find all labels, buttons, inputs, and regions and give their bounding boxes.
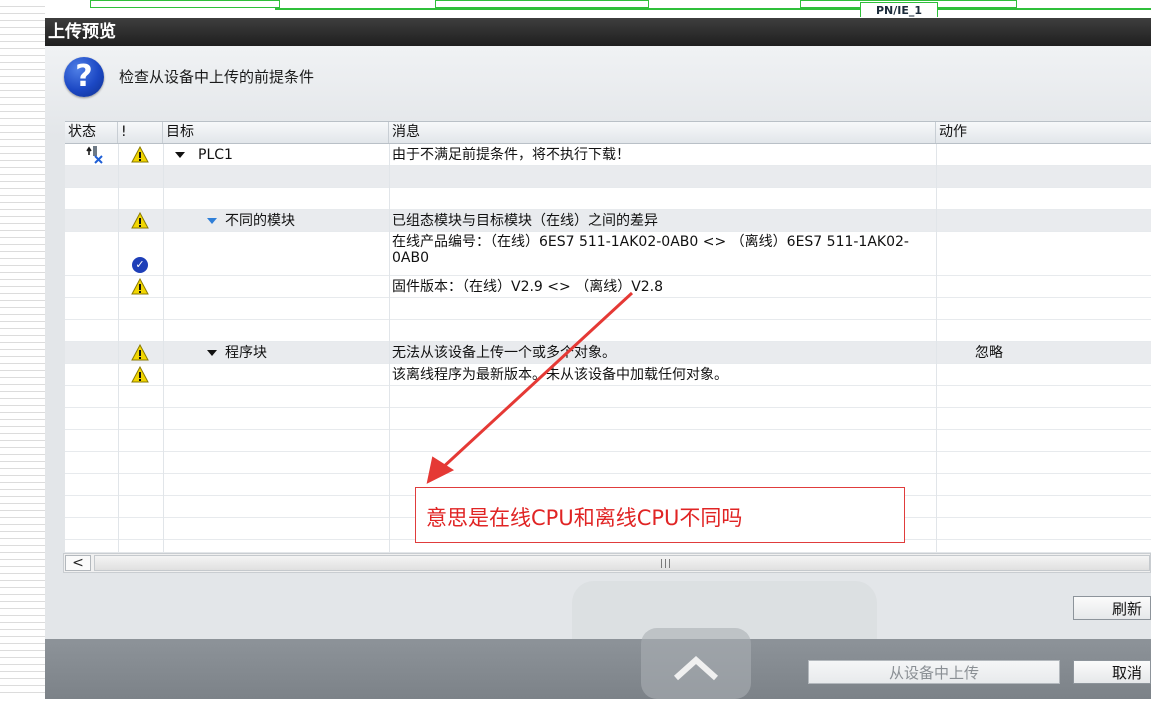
- table-row[interactable]: [65, 452, 1151, 474]
- column-header-action[interactable]: 动作: [936, 122, 1151, 143]
- scroll-thumb[interactable]: |||: [94, 555, 1150, 571]
- network-device-box: [90, 0, 280, 8]
- background-panel-strip: [0, 0, 45, 699]
- message-text: 无法从该设备上传一个或多个对象。: [392, 345, 616, 361]
- refresh-button[interactable]: 刷新: [1073, 596, 1151, 620]
- target-name: 程序块: [225, 345, 267, 361]
- dialog-title: 上传预览: [45, 18, 1151, 46]
- upload-from-device-button[interactable]: 从设备中上传: [808, 660, 1060, 684]
- upload-preview-dialog: 上传预览 ? 检查从设备中上传的前提条件 状态 ! 目标 消息 动作 PLC1 …: [45, 18, 1151, 699]
- table-row[interactable]: [65, 188, 1151, 210]
- expand-chevron-icon[interactable]: [207, 350, 217, 356]
- network-label: PN/IE_1: [860, 2, 938, 17]
- column-divider: [389, 144, 390, 552]
- column-divider: [163, 144, 164, 552]
- table-row[interactable]: [65, 320, 1151, 342]
- expand-chevron-icon[interactable]: [175, 152, 185, 158]
- horizontal-scrollbar[interactable]: < |||: [63, 553, 1151, 573]
- column-divider: [118, 144, 119, 552]
- annotation-box: 意思是在线CPU和离线CPU不同吗: [415, 487, 905, 543]
- table-row[interactable]: [65, 298, 1151, 320]
- table-row[interactable]: ✓ 在线产品编号：（在线）6ES7 511-1AK02-0AB0 <> （离线）…: [65, 232, 1151, 276]
- warning-icon: [131, 343, 149, 366]
- warning-icon: [131, 211, 149, 234]
- message-text: 固件版本：（在线）V2.9 <> （离线）V2.8: [392, 279, 664, 295]
- scroll-grip-icon: |||: [660, 559, 673, 569]
- cancel-button[interactable]: 取消: [1073, 660, 1151, 684]
- table-row[interactable]: 固件版本：（在线）V2.9 <> （离线）V2.8: [65, 276, 1151, 298]
- warning-icon: [131, 365, 149, 388]
- cancel-button-label: 取消: [1111, 664, 1142, 682]
- table-row[interactable]: 程序块 无法从该设备上传一个或多个对象。 忽略: [65, 342, 1151, 364]
- annotation-text: 意思是在线CPU和离线CPU不同吗: [426, 506, 743, 530]
- action-value[interactable]: 忽略: [975, 342, 1003, 364]
- warning-icon: [131, 277, 149, 300]
- message-text: 已组态模块与目标模块（在线）之间的差异: [392, 213, 658, 229]
- column-divider: [936, 144, 937, 552]
- target-name: PLC1: [198, 147, 233, 163]
- background-network-view: PN/IE_1: [45, 0, 1151, 18]
- dialog-heading: 检查从设备中上传的前提条件: [119, 68, 315, 86]
- table-row[interactable]: [65, 408, 1151, 430]
- target-name: 不同的模块: [225, 213, 295, 229]
- table-row[interactable]: PLC1 由于不满足前提条件，将不执行下载！: [65, 144, 1151, 166]
- table-header: 状态 ! 目标 消息 动作: [65, 122, 1151, 144]
- scroll-left-button[interactable]: <: [65, 555, 91, 571]
- table-row[interactable]: [65, 166, 1151, 188]
- table-row[interactable]: 该离线程序为最新版本。未从该设备中加载任何对象。: [65, 364, 1151, 386]
- network-device-box: [435, 0, 649, 8]
- network-line: [275, 8, 1151, 10]
- column-header-message[interactable]: 消息: [389, 122, 936, 143]
- expand-chevron-icon[interactable]: [207, 218, 217, 224]
- table-row[interactable]: 不同的模块 已组态模块与目标模块（在线）之间的差异: [65, 210, 1151, 232]
- warning-icon: [131, 145, 149, 168]
- column-header-alert[interactable]: !: [118, 122, 163, 143]
- refresh-button-label: 刷新: [1111, 600, 1142, 618]
- check-icon: ✓: [132, 257, 148, 273]
- question-icon: ?: [64, 57, 104, 97]
- column-header-status[interactable]: 状态: [65, 122, 118, 143]
- table-row[interactable]: [65, 386, 1151, 408]
- message-text: 该离线程序为最新版本。未从该设备中加载任何对象。: [392, 367, 728, 383]
- message-text: 由于不满足前提条件，将不执行下载！: [392, 147, 630, 163]
- column-header-target[interactable]: 目标: [163, 122, 389, 143]
- message-text: 在线产品编号：（在线）6ES7 511-1AK02-0AB0 <> （离线）6E…: [392, 234, 909, 266]
- table-row[interactable]: [65, 430, 1151, 452]
- watermark-up-icon: [641, 628, 751, 699]
